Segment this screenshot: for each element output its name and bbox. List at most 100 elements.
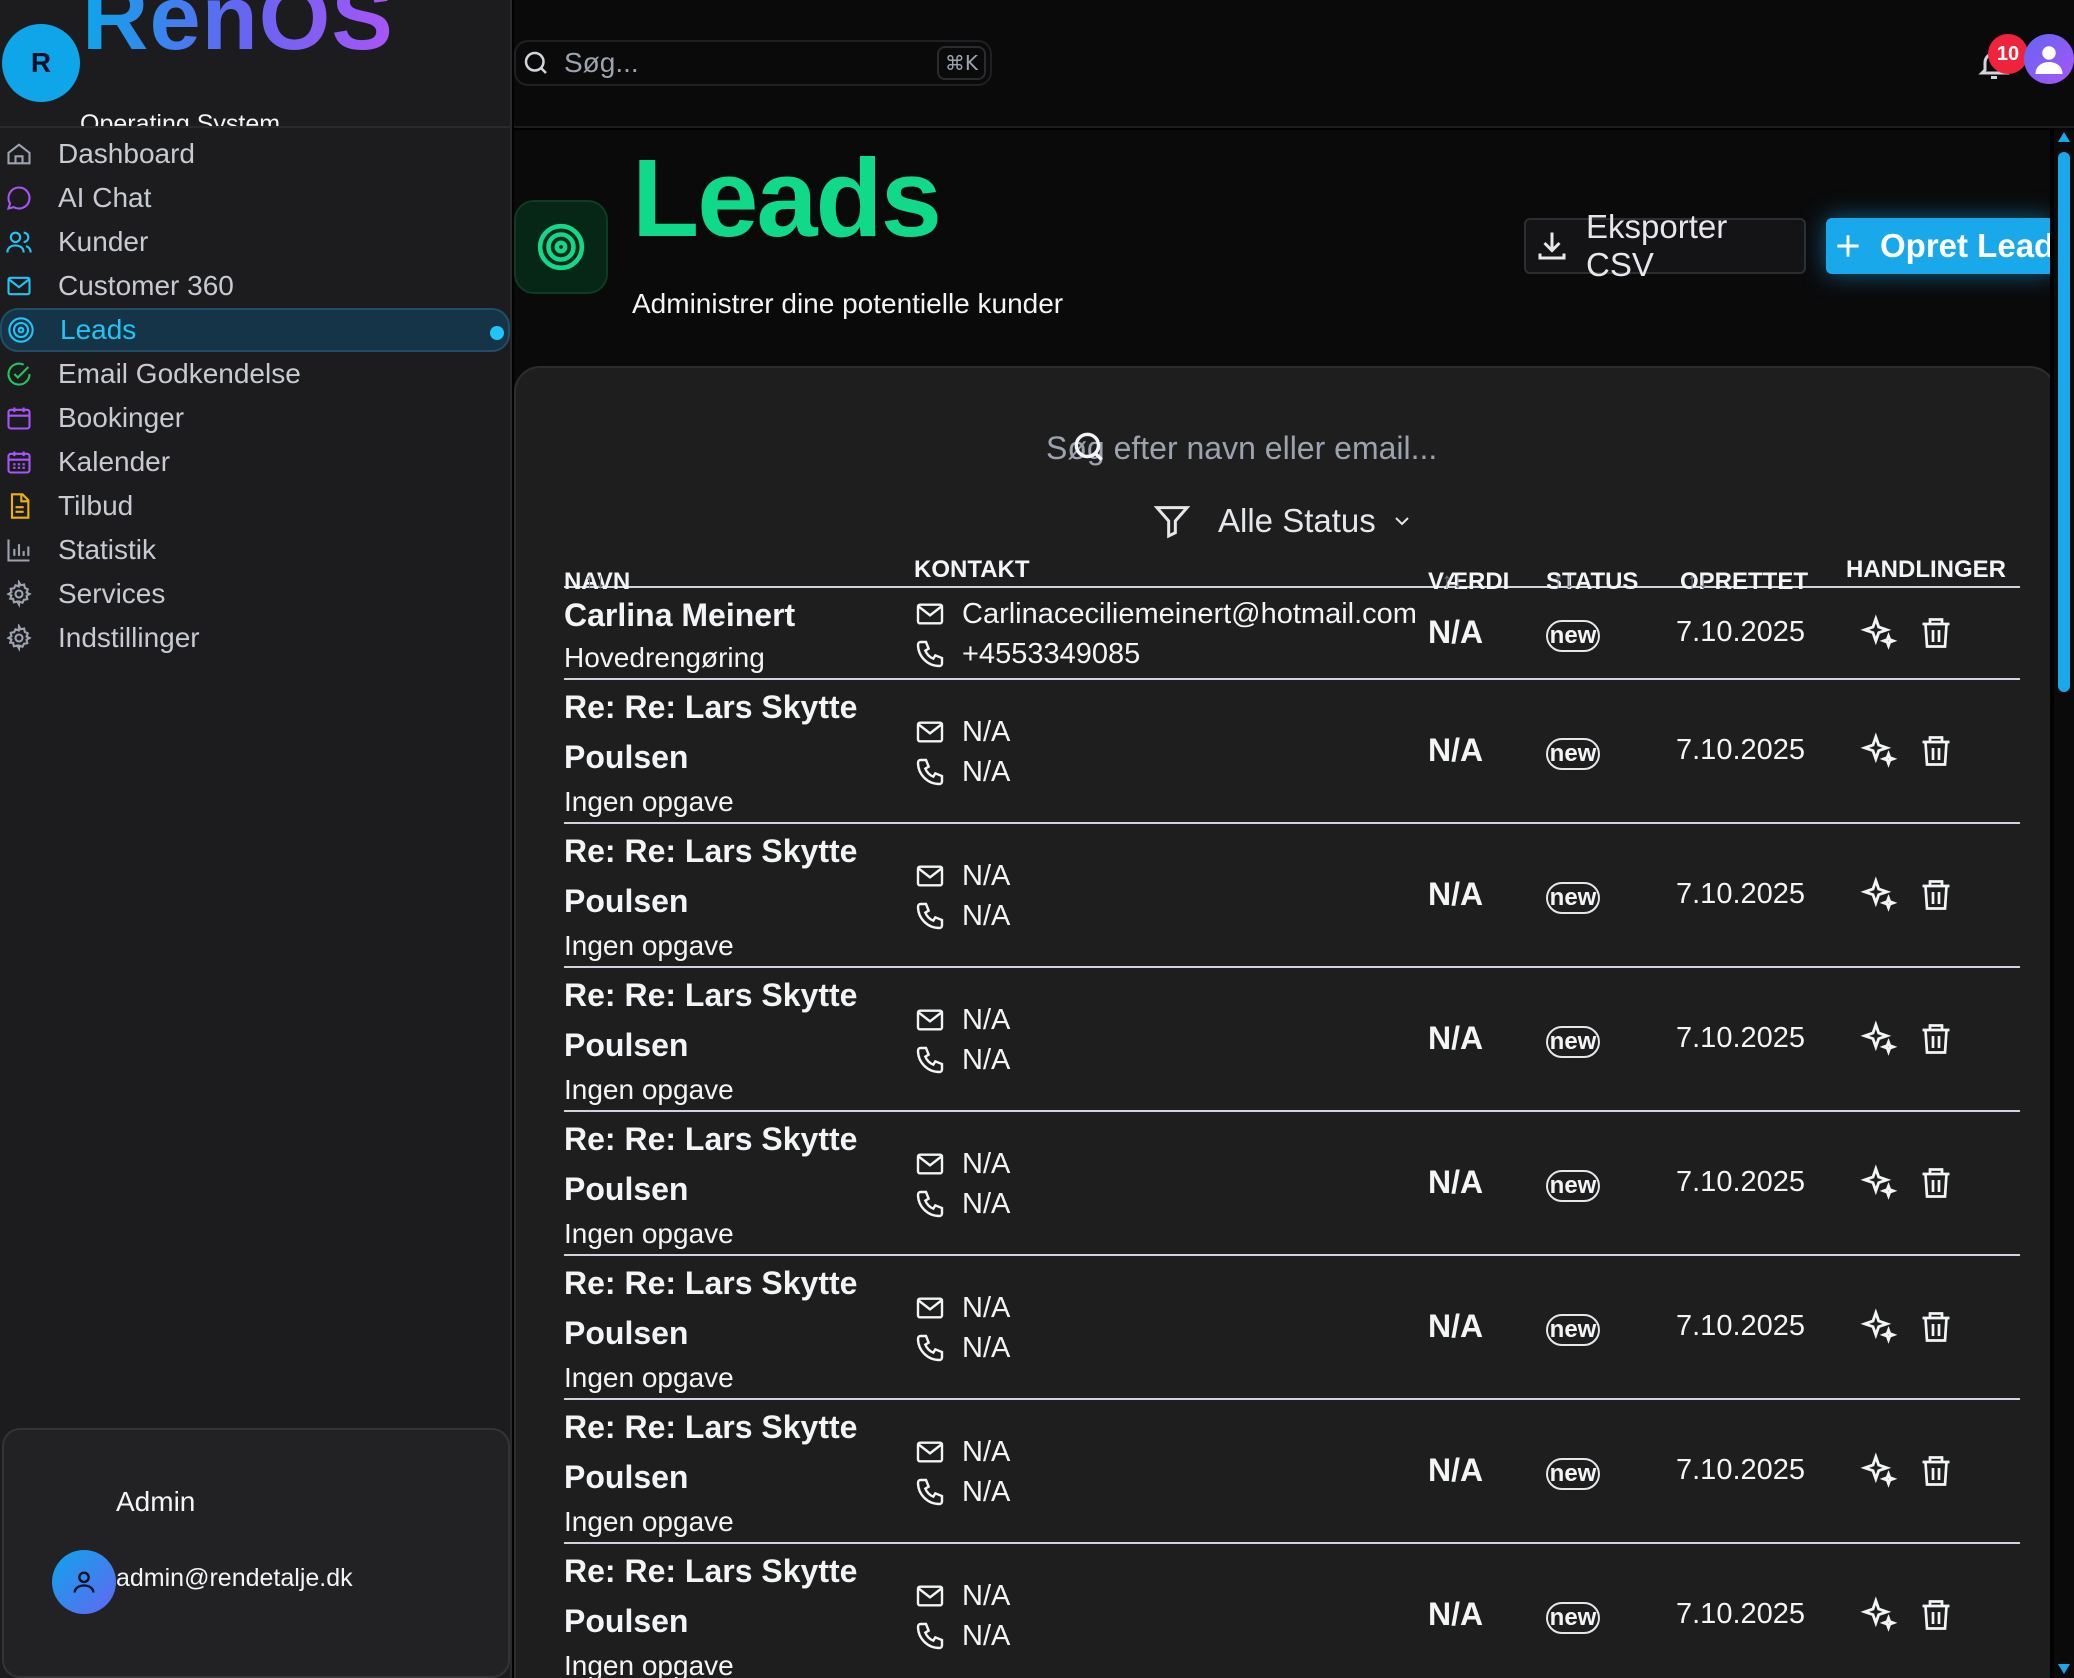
ai-sparkle-button[interactable] xyxy=(1860,876,1898,919)
lead-phone: N/A xyxy=(962,1043,1011,1076)
profile-avatar[interactable] xyxy=(2024,34,2074,84)
contact-email[interactable]: Carlinaceciliemeinert@hotmail.com xyxy=(914,594,1417,634)
column-created[interactable]: OPRETTET ↑↓ xyxy=(1680,556,1808,595)
delete-button[interactable] xyxy=(1918,732,1954,775)
table-row[interactable]: Carlina Meinert Hovedrengøring Carlinace… xyxy=(564,588,2020,680)
scrollbar[interactable] xyxy=(2054,130,2074,1678)
delete-button[interactable] xyxy=(1918,1020,1954,1063)
ai-sparkle-button[interactable] xyxy=(1860,1308,1898,1351)
table-row[interactable]: Re: Re: Lars Skytte Poulsen Ingen opgave… xyxy=(564,1256,2020,1400)
status-badge[interactable]: new xyxy=(1546,1602,1600,1634)
status-badge[interactable]: new xyxy=(1546,620,1600,652)
sidebar-item-customer-360[interactable]: Customer 360 xyxy=(0,264,512,308)
lead-name[interactable]: Re: Re: Lars Skytte Poulsen xyxy=(564,1402,894,1502)
delete-button[interactable] xyxy=(1918,1308,1954,1351)
table-row[interactable]: Re: Re: Lars Skytte Poulsen Ingen opgave… xyxy=(564,680,2020,824)
column-status[interactable]: STATUS ↑↓ xyxy=(1546,556,1638,595)
contact-phone[interactable]: N/A xyxy=(914,1328,1010,1368)
sidebar-item-tilbud[interactable]: Tilbud xyxy=(0,484,512,528)
user-card[interactable]: Admin admin@rendetalje.dk xyxy=(2,1428,510,1678)
trash-icon xyxy=(1918,614,1954,657)
lead-name[interactable]: Re: Re: Lars Skytte Poulsen xyxy=(564,682,894,782)
sidebar-item-bookinger[interactable]: Bookinger xyxy=(0,396,512,440)
status-badge[interactable]: new xyxy=(1546,882,1600,914)
sidebar-item-kunder[interactable]: Kunder xyxy=(0,220,512,264)
lead-name[interactable]: Re: Re: Lars Skytte Poulsen xyxy=(564,1114,894,1214)
create-lead-button[interactable]: Opret Lead xyxy=(1826,218,2050,274)
sidebar-item-ai-chat[interactable]: AI Chat xyxy=(0,176,512,220)
delete-button[interactable] xyxy=(1918,614,1954,657)
ai-sparkle-button[interactable] xyxy=(1860,614,1898,657)
ai-sparkle-button[interactable] xyxy=(1860,1020,1898,1063)
global-search[interactable]: Søg... ⌘K xyxy=(514,40,992,86)
status-badge[interactable]: new xyxy=(1546,1170,1600,1202)
contact-email[interactable]: N/A xyxy=(914,1576,1010,1616)
lead-email: N/A xyxy=(962,1291,1011,1324)
delete-button[interactable] xyxy=(1918,1452,1954,1495)
delete-button[interactable] xyxy=(1918,1164,1954,1207)
contact-email[interactable]: N/A xyxy=(914,712,1010,752)
export-csv-button[interactable]: Eksporter CSV xyxy=(1524,208,1806,283)
sidebar-item-kalender[interactable]: Kalender xyxy=(0,440,512,484)
sidebar-item-statistik[interactable]: Statistik xyxy=(0,528,512,572)
contact-phone[interactable]: N/A xyxy=(914,1616,1010,1656)
sidebar-item-label: Statistik xyxy=(58,534,157,565)
ai-sparkle-button[interactable] xyxy=(1860,1596,1898,1639)
lead-task: Ingen opgave xyxy=(564,1362,734,1393)
contact-phone[interactable]: N/A xyxy=(914,896,1010,936)
status-badge[interactable]: new xyxy=(1546,1458,1600,1490)
brand-title[interactable]: RenOS xyxy=(82,0,394,64)
lead-name[interactable]: Re: Re: Lars Skytte Poulsen xyxy=(564,970,894,1070)
gear-icon xyxy=(4,623,34,653)
ai-sparkle-button[interactable] xyxy=(1860,1164,1898,1207)
user-avatar[interactable] xyxy=(52,1550,116,1614)
lead-created: 7.10.2025 xyxy=(1676,1022,1806,1054)
table-row[interactable]: Re: Re: Lars Skytte Poulsen Ingen opgave… xyxy=(564,968,2020,1112)
global-search-input[interactable]: Søg... xyxy=(564,47,639,79)
mail-icon xyxy=(4,271,34,301)
user-email: admin@rendetalje.dk xyxy=(116,1564,353,1592)
delete-button[interactable] xyxy=(1918,876,1954,919)
brand-avatar: R xyxy=(2,24,80,102)
sidebar-item-leads[interactable]: Leads xyxy=(0,308,510,352)
ai-sparkle-button[interactable] xyxy=(1860,1452,1898,1495)
table-row[interactable]: Re: Re: Lars Skytte Poulsen Ingen opgave… xyxy=(564,1544,2020,1678)
contact-email[interactable]: N/A xyxy=(914,856,1010,896)
contact-phone[interactable]: N/A xyxy=(914,1472,1010,1512)
contact-email[interactable]: N/A xyxy=(914,1000,1010,1040)
scroll-down-arrow[interactable] xyxy=(2058,1664,2070,1674)
lead-name[interactable]: Re: Re: Lars Skytte Poulsen xyxy=(564,1258,894,1358)
lead-name[interactable]: Carlina Meinert xyxy=(564,590,894,640)
column-value[interactable]: VÆRDI ↑↓ xyxy=(1428,556,1509,595)
contact-phone[interactable]: N/A xyxy=(914,1040,1010,1080)
sidebar-item-dashboard[interactable]: Dashboard xyxy=(0,132,512,176)
table-row[interactable]: Re: Re: Lars Skytte Poulsen Ingen opgave… xyxy=(564,1400,2020,1544)
ai-sparkle-button[interactable] xyxy=(1860,732,1898,775)
contact-phone[interactable]: N/A xyxy=(914,752,1010,792)
lead-search[interactable]: Søg efter navn eller email... xyxy=(1046,422,1486,472)
lead-name[interactable]: Re: Re: Lars Skytte Poulsen xyxy=(564,826,894,926)
lead-value: N/A xyxy=(1428,1452,1484,1488)
table-row[interactable]: Re: Re: Lars Skytte Poulsen Ingen opgave… xyxy=(564,824,2020,968)
column-name[interactable]: NAVN ↑↓ xyxy=(564,556,630,595)
status-badge[interactable]: new xyxy=(1546,1026,1600,1058)
sidebar-item-email-godkendelse[interactable]: Email Godkendelse xyxy=(0,352,512,396)
contact-email[interactable]: N/A xyxy=(914,1432,1010,1472)
contact-phone[interactable]: N/A xyxy=(914,1184,1010,1224)
sidebar-item-label: Tilbud xyxy=(58,490,134,521)
delete-button[interactable] xyxy=(1918,1596,1954,1639)
contact-email[interactable]: N/A xyxy=(914,1144,1010,1184)
contact-email[interactable]: N/A xyxy=(914,1288,1010,1328)
scroll-up-arrow[interactable] xyxy=(2058,132,2070,142)
scroll-thumb[interactable] xyxy=(2058,152,2070,692)
status-badge[interactable]: new xyxy=(1546,1314,1600,1346)
contact-phone[interactable]: +4553349085 xyxy=(914,634,1417,674)
lead-name[interactable]: Re: Re: Lars Skytte Poulsen xyxy=(564,1546,894,1646)
status-filter[interactable]: Alle Status xyxy=(1152,496,1414,546)
sidebar-item-indstillinger[interactable]: Indstillinger xyxy=(0,616,512,660)
status-badge[interactable]: new xyxy=(1546,738,1600,770)
table-row[interactable]: Re: Re: Lars Skytte Poulsen Ingen opgave… xyxy=(564,1112,2020,1256)
active-indicator xyxy=(490,326,504,340)
sidebar-item-services[interactable]: Services xyxy=(0,572,512,616)
lead-contact: N/A N/A xyxy=(914,1288,1010,1368)
